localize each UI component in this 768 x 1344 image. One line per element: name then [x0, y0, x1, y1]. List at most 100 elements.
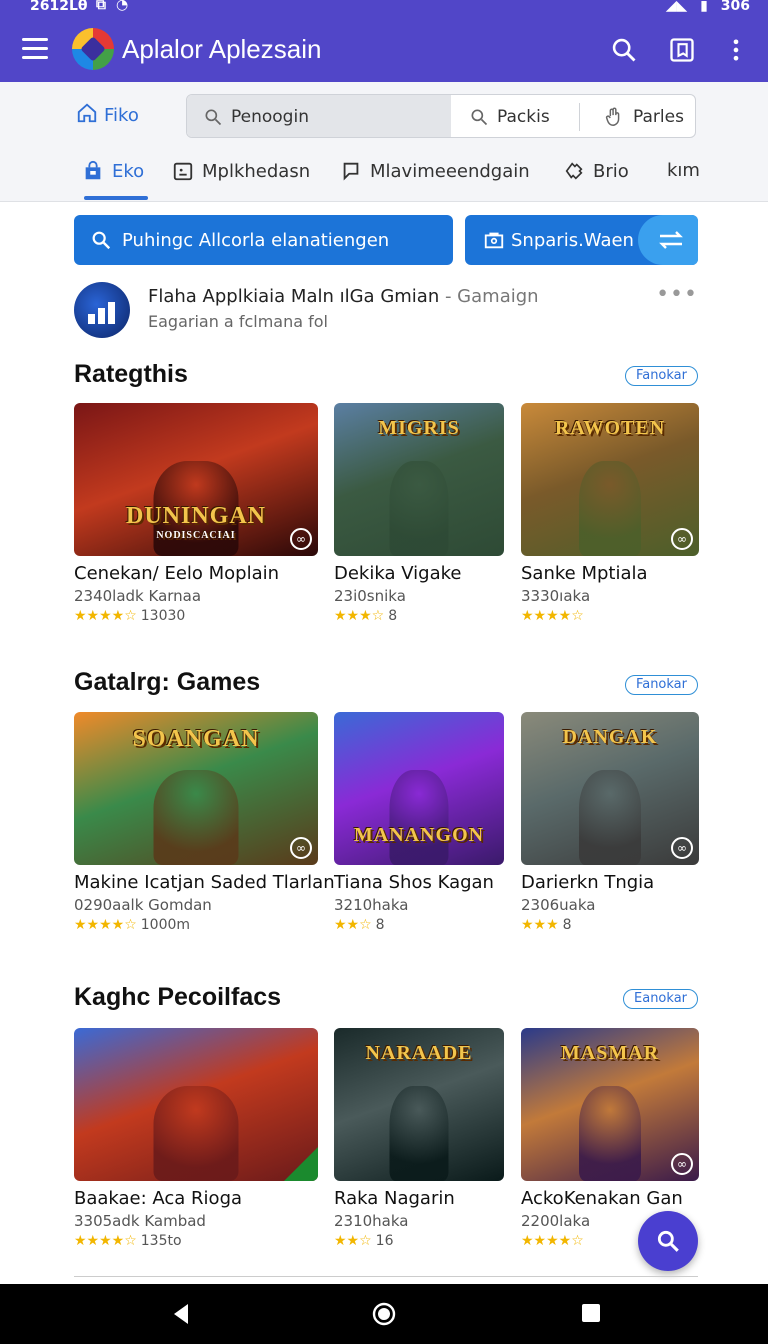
- star-rating-icon: ★★★★☆: [74, 917, 137, 933]
- menu-icon[interactable]: [22, 38, 48, 60]
- rating-count: 8: [388, 608, 398, 624]
- game-name: Sanke Mptiala: [521, 563, 648, 584]
- star-rating-icon: ★★★: [521, 917, 559, 933]
- search-segment-3[interactable]: Parles: [603, 95, 684, 137]
- active-tab-indicator: [84, 196, 148, 200]
- game-rating: ★★★★☆ 1000m: [74, 917, 190, 933]
- status-time: 2612Lθ: [30, 0, 88, 14]
- game-card[interactable]: DUNINGAN NODISCACIAI ∞ Cenekan/ Eelo Moplai…: [74, 403, 318, 628]
- floating-search-button[interactable]: [638, 1211, 698, 1271]
- game-thumbnail: MIGRIS: [334, 403, 504, 556]
- game-logo-subtext: NODISCACIAI: [156, 530, 236, 541]
- star-rating-icon: ★★★★☆: [74, 608, 137, 624]
- search-icon: [205, 109, 222, 126]
- promo-title-suffix: - Gamaign: [444, 286, 539, 307]
- game-thumbnail: SOANGAN ∞: [74, 712, 318, 865]
- game-thumbnail: NARAADE: [334, 1028, 504, 1181]
- game-thumbnail: RAWOTEN ∞: [521, 403, 699, 556]
- see-more-button[interactable]: Eanokar: [623, 989, 698, 1009]
- game-meta: 2340ladk Karnaa: [74, 587, 202, 605]
- star-rating-icon: ★★★★☆: [521, 608, 584, 624]
- game-logo-text: MIGRIS: [378, 417, 460, 439]
- tab-kim-label: kım: [667, 160, 700, 181]
- game-logo-text: SOANGAN: [132, 726, 260, 752]
- game-card[interactable]: NARAADE Raka Nagarin 2310haka ★★☆ 16: [334, 1028, 504, 1253]
- rating-count: 135to: [140, 1233, 182, 1249]
- see-more-button[interactable]: Fanokar: [624, 366, 698, 386]
- search-segment-1-label: Penoogin: [231, 107, 309, 127]
- game-name: AckoKenakan Gan: [521, 1188, 683, 1209]
- tab-kim[interactable]: kım: [667, 160, 700, 181]
- search-segment-1[interactable]: Penoogin: [203, 95, 309, 137]
- game-rating: ★★★★☆: [521, 1233, 588, 1249]
- game-meta: 3210haka: [334, 896, 409, 914]
- tab-brio[interactable]: Brio: [563, 160, 629, 182]
- game-card[interactable]: MANANGON Tiana Shos Kagan 3210haka ★★☆ 8: [334, 712, 504, 937]
- search-icon[interactable]: [610, 36, 638, 64]
- search-icon: [657, 1230, 679, 1252]
- game-logo-text: NARAADE: [365, 1042, 473, 1064]
- game-meta: 2310haka: [334, 1212, 409, 1230]
- signal-icon: ◢◣: [665, 0, 688, 14]
- secondary-action-button[interactable]: Snparis.Waen: [465, 215, 698, 265]
- game-card[interactable]: DANGAK ∞ Darierkn Tngia 2306uaka ★★★ 8: [521, 712, 699, 937]
- battery-level: 306: [720, 0, 750, 14]
- game-card[interactable]: MIGRIS Dekika Vigake 23i0snika ★★★☆ 8: [334, 403, 504, 628]
- controller-badge-icon: ∞: [290, 528, 312, 550]
- more-options-icon[interactable]: •••: [656, 282, 698, 307]
- game-rating: ★★☆ 8: [334, 917, 385, 933]
- tab-mlavimeeendgain-label: Mlavimeeendgain: [370, 160, 530, 182]
- battery-icon: ▮: [700, 0, 708, 14]
- search-segment-2[interactable]: Packis: [469, 95, 550, 137]
- character-art: [579, 461, 641, 556]
- promo-title: Flaha Applkiaia Maln ılGa Gmian - Gamaig…: [148, 286, 539, 307]
- search-action-button[interactable]: Puhingc Allcorla elanatiengen: [74, 215, 453, 265]
- character-art: [579, 770, 641, 865]
- game-name: Baakae: Aca Rioga: [74, 1188, 243, 1209]
- promo-title-main: Flaha Applkiaia Maln ılGa Gmian: [148, 286, 440, 307]
- home-icon[interactable]: [372, 1302, 396, 1330]
- home-icon: [77, 103, 97, 123]
- tab-mlavimeeendgain[interactable]: Mlavimeeendgain: [340, 160, 530, 182]
- game-rating: ★★★ 8: [521, 917, 572, 933]
- game-rating: ★★★★☆: [521, 608, 588, 624]
- game-card[interactable]: SOANGAN ∞ Makine Icatjan Saded Tlarlan 0290…: [74, 712, 335, 937]
- controller-badge-icon: ∞: [290, 837, 312, 859]
- search-segments: Penoogin Packis Parles: [186, 94, 696, 138]
- see-more-button[interactable]: Fanokar: [624, 675, 698, 695]
- overflow-menu-icon[interactable]: [722, 36, 750, 64]
- game-meta: 2200laka: [521, 1212, 591, 1230]
- store-icon: [484, 232, 504, 249]
- character-art: [153, 770, 239, 865]
- tab-eko[interactable]: Eko: [82, 160, 144, 182]
- game-rating: ★★★☆ 8: [334, 608, 397, 624]
- game-meta: 2306uaka: [521, 896, 596, 914]
- character-art: [389, 461, 449, 556]
- game-card[interactable]: Baakae: Aca Rioga 3305adk Kambad ★★★★☆ 135t…: [74, 1028, 318, 1253]
- game-meta: 3330ıaka: [521, 587, 591, 605]
- home-link[interactable]: Fiko: [76, 102, 139, 126]
- game-rating: ★★★★☆ 13030: [74, 608, 185, 624]
- recents-icon[interactable]: [580, 1302, 602, 1328]
- game-card[interactable]: RAWOTEN ∞ Sanke Mptiala 3330ıaka ★★★★☆: [521, 403, 699, 628]
- divider: [74, 1276, 698, 1277]
- tab-mplkhedasn[interactable]: Mplkhedasn: [172, 160, 310, 182]
- tab-eko-label: Eko: [112, 160, 145, 182]
- swap-icon[interactable]: [638, 215, 698, 265]
- search-action-label: Puhingc Allcorla elanatiengen: [122, 229, 390, 251]
- search-row: Fiko Penoogin Packis Parles: [0, 82, 768, 142]
- star-rating-icon: ★★★☆: [334, 608, 385, 624]
- game-name: Dekika Vigake: [334, 563, 462, 584]
- app-title: Aplalor Aplezsain: [122, 34, 322, 64]
- bookmark-icon[interactable]: [668, 36, 696, 64]
- search-segment-3-label: Parles: [633, 107, 684, 127]
- puzzle-icon: [565, 162, 583, 180]
- system-nav-bar: [0, 1284, 768, 1344]
- star-rating-icon: ★★☆: [334, 1233, 372, 1249]
- chat-icon: [343, 162, 359, 181]
- calendar-icon: [173, 162, 193, 181]
- search-icon: [471, 109, 488, 126]
- promo-row[interactable]: Flaha Applkiaia Maln ılGa Gmian - Gamaig…: [74, 282, 698, 340]
- rating-count: 8: [375, 917, 385, 933]
- back-icon[interactable]: [170, 1302, 192, 1330]
